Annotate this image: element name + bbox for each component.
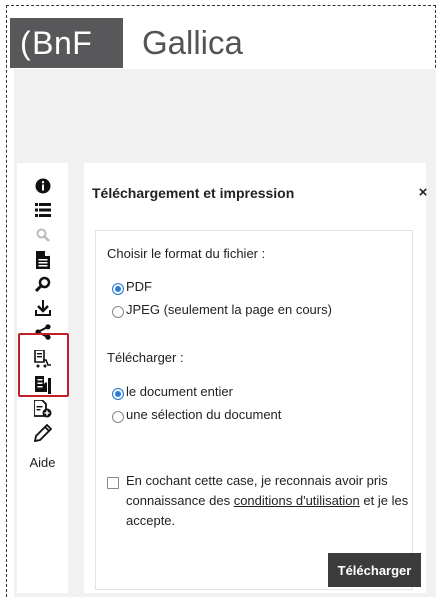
app-title: Gallica [142, 24, 243, 61]
option-whole-document-label: le document entier [126, 384, 233, 399]
document-icon[interactable] [17, 249, 68, 271]
close-icon[interactable]: × [416, 185, 430, 201]
format-label: Choisir le format du fichier : [107, 246, 266, 261]
header: (BnF Gallica [6, 18, 426, 68]
terms-line-2: connaissance des conditions d'utilisatio… [126, 493, 408, 508]
download-label: Télécharger : [107, 350, 184, 365]
help-link[interactable]: Aide [17, 455, 68, 470]
radio-whole-document[interactable] [112, 388, 124, 400]
bnf-logo[interactable]: (BnF [10, 18, 123, 68]
download-icon[interactable] [17, 297, 68, 319]
add-doc-icon[interactable] [17, 398, 68, 420]
terms-suffix-text: et je les [363, 493, 409, 508]
option-pdf-label: PDF [126, 279, 152, 294]
download-button[interactable]: Télécharger [328, 553, 421, 587]
search-icon[interactable] [17, 224, 68, 246]
panel-body: Choisir le format du fichier : PDF JPEG … [95, 230, 421, 590]
panel-title: Téléchargement et impression [92, 185, 295, 201]
terms-checkbox[interactable] [107, 477, 119, 489]
terms-line-3: accepte. [126, 513, 176, 528]
highlight-box [18, 333, 69, 397]
terms-line-1: En cochant cette case, je reconnais avoi… [126, 473, 388, 488]
option-selection-label: une sélection du document [126, 407, 282, 422]
option-jpeg-label: JPEG (seulement la page en cours) [126, 302, 332, 317]
terms-mid-text: connaissance des [126, 493, 231, 508]
radio-jpeg[interactable] [112, 306, 124, 318]
radio-selection[interactable] [112, 411, 124, 423]
pencil-icon[interactable] [17, 422, 68, 444]
search-doc-icon[interactable] [17, 273, 68, 295]
terms-link[interactable]: conditions d'utilisation [234, 493, 360, 508]
download-print-panel: Téléchargement et impression × Choisir l… [84, 163, 427, 593]
list-icon[interactable] [17, 199, 68, 221]
info-icon[interactable] [17, 175, 68, 197]
radio-pdf[interactable] [112, 283, 124, 295]
